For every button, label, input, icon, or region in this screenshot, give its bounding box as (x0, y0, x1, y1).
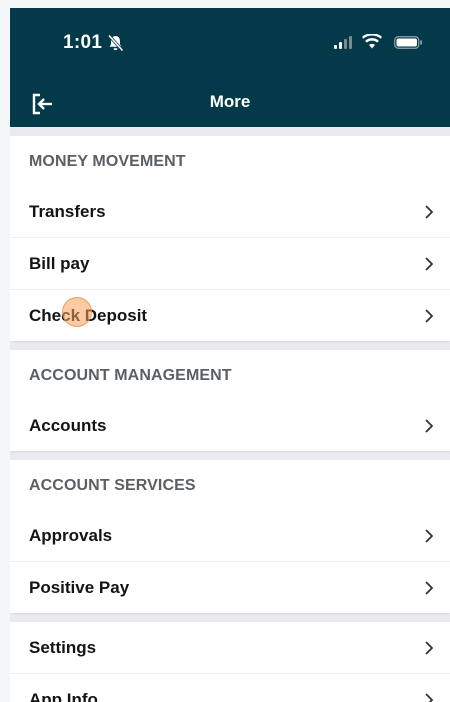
section-account-management: ACCOUNT MANAGEMENT Accounts (10, 350, 450, 451)
touch-indicator (62, 297, 92, 327)
menu-item-transfers[interactable]: Transfers (10, 186, 450, 237)
menu-item-bill-pay[interactable]: Bill pay (10, 237, 450, 289)
wifi-icon (362, 34, 382, 49)
menu-item-label: Positive Pay (29, 578, 130, 597)
section-account-services: ACCOUNT SERVICES Approvals Positive Pay (10, 460, 450, 613)
menu-item-label: Bill pay (29, 254, 90, 273)
menu-item-accounts[interactable]: Accounts (10, 400, 450, 451)
status-bar: 1:01 (10, 8, 450, 80)
menu-item-label: Approvals (29, 526, 113, 545)
menu-item-approvals[interactable]: Approvals (10, 510, 450, 561)
menu-item-label: Accounts (29, 416, 107, 435)
chevron-right-icon (425, 529, 433, 543)
section-header: ACCOUNT MANAGEMENT (29, 367, 232, 384)
menu-list: MONEY MOVEMENT Transfers Bill pay Check … (10, 127, 450, 702)
chevron-right-icon (425, 309, 433, 323)
chevron-right-icon (425, 419, 433, 433)
battery-icon (394, 36, 422, 49)
menu-item-positive-pay[interactable]: Positive Pay (10, 561, 450, 613)
menu-item-settings[interactable]: Settings (10, 622, 450, 673)
menu-item-app-info[interactable]: App Info (10, 673, 450, 702)
app-screen: 1:01 More MONEY MOVEMENT Transfers Bill … (10, 8, 450, 702)
navigation-bar: More (10, 80, 450, 127)
cellular-signal-icon (334, 36, 352, 49)
chevron-right-icon (425, 205, 433, 219)
menu-item-label: Settings (29, 638, 97, 657)
chevron-right-icon (425, 641, 433, 655)
bell-muted-icon (107, 34, 124, 52)
page-title: More (209, 92, 251, 111)
chevron-right-icon (425, 581, 433, 595)
menu-item-label: App Info (29, 690, 98, 702)
section-header: ACCOUNT SERVICES (29, 477, 196, 494)
section-general: Settings App Info (10, 622, 450, 702)
status-time: 1:01 (63, 32, 103, 53)
menu-item-label: Transfers (29, 202, 106, 221)
section-header: MONEY MOVEMENT (29, 153, 186, 170)
chevron-right-icon (425, 257, 433, 271)
chevron-right-icon (425, 693, 433, 702)
